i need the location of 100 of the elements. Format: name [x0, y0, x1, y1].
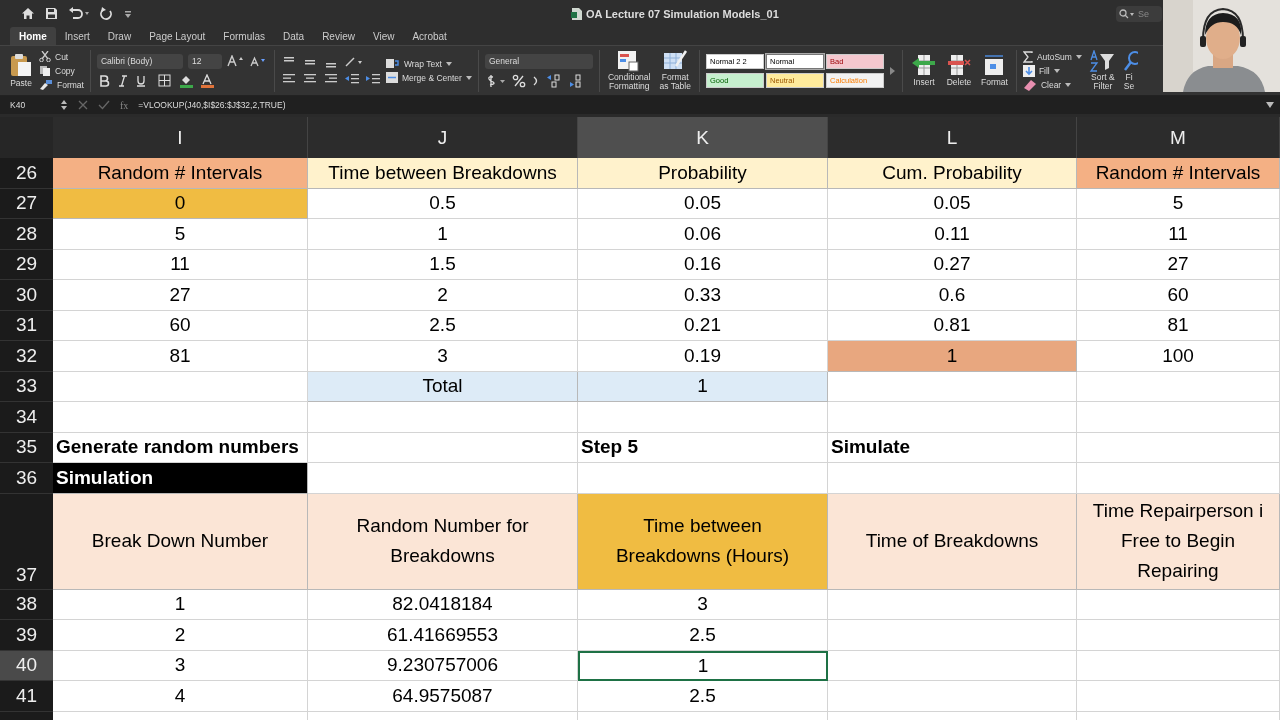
table-cell: 61.41669553: [308, 620, 578, 651]
row-header[interactable]: 39: [0, 620, 53, 651]
customize-icon[interactable]: [124, 8, 132, 19]
align-icon[interactable]: [322, 73, 339, 85]
table-cell: 5: [53, 219, 308, 250]
caret-icon: [445, 61, 452, 66]
clipboard-button[interactable]: Copy: [39, 64, 84, 77]
clipboard-button[interactable]: Cut: [39, 50, 84, 63]
table-cell: Cum. Probability: [828, 158, 1077, 189]
clipboard-button[interactable]: Format: [39, 78, 84, 91]
row-header[interactable]: 32: [0, 341, 53, 372]
format-cells-button[interactable]: Format: [978, 54, 1010, 87]
row-header[interactable]: 36: [0, 463, 53, 494]
home-icon[interactable]: [21, 7, 35, 20]
format-as-table-button[interactable]: Format as Table: [657, 49, 693, 92]
insert-cells-icon: [910, 54, 937, 76]
row-header[interactable]: 27: [0, 188, 53, 219]
shrink-font-icon[interactable]: [249, 55, 268, 67]
table-cell: 0.19: [578, 341, 828, 372]
font-dropdown[interactable]: Calibri (Body): [96, 53, 183, 69]
table-cell: 100: [1077, 341, 1280, 372]
column-header[interactable]: M: [1077, 117, 1280, 158]
table-cell: 60: [1077, 280, 1280, 311]
redo-icon[interactable]: [100, 7, 114, 20]
table-cell: 0.27: [828, 249, 1077, 280]
column-header[interactable]: L: [828, 117, 1077, 158]
align-icon[interactable]: [280, 73, 297, 85]
borders-icon[interactable]: [157, 74, 174, 87]
ribbon-tab[interactable]: Draw: [98, 27, 141, 45]
column-header[interactable]: J: [308, 117, 578, 158]
delete-cells-button[interactable]: Delete: [943, 54, 974, 87]
indent-icon[interactable]: [343, 73, 360, 85]
paste-button[interactable]: Paste: [8, 53, 34, 88]
table-cell: Time between Breakdowns: [308, 158, 578, 189]
more-styles-icon[interactable]: [888, 65, 896, 76]
row-header[interactable]: 29: [0, 249, 53, 280]
row-header[interactable]: 30: [0, 280, 53, 311]
eraser-icon: [1022, 78, 1037, 91]
sort-filter-button[interactable]: Sort & Filter: [1086, 49, 1119, 92]
cell-label: Simulate: [828, 432, 1077, 463]
row-header[interactable]: 34: [0, 402, 53, 433]
conditional-formatting-button[interactable]: Conditional Formatting: [605, 49, 653, 92]
check-icon[interactable]: [98, 100, 110, 110]
table-cell: 1.5: [308, 249, 578, 280]
function-button[interactable]: fx: [120, 99, 129, 111]
table-cell: 0.05: [578, 188, 828, 219]
scissors-icon: [39, 51, 51, 62]
insert-cells-button[interactable]: Insert: [908, 54, 939, 87]
column-header[interactable]: I: [53, 117, 308, 158]
expand-icon[interactable]: [1266, 102, 1274, 108]
percent-icon[interactable]: [511, 73, 526, 88]
table-cell: 5: [1077, 188, 1280, 219]
indent-icon[interactable]: [364, 73, 381, 85]
increase-decimal-icon[interactable]: [545, 73, 562, 88]
ribbon-tab[interactable]: Acrobat: [403, 27, 456, 45]
number-format-dropdown[interactable]: General: [484, 53, 593, 69]
fill-color-icon[interactable]: [178, 73, 195, 88]
clear-button[interactable]: Clear: [1022, 78, 1082, 91]
fill-button[interactable]: Fill: [1022, 64, 1082, 77]
name-box[interactable]: K40: [0, 100, 50, 110]
table-cell: Random # Intervals: [53, 158, 308, 189]
row-header[interactable]: 41: [0, 681, 53, 712]
stepper-icon[interactable]: [60, 99, 68, 111]
search-icon[interactable]: [1119, 8, 1135, 19]
ribbon-tab[interactable]: Data: [274, 27, 314, 45]
table-cell: 0.6: [828, 280, 1077, 311]
table-cell: 64.9575087: [308, 681, 578, 712]
table-cell: Break Down Number: [53, 493, 308, 590]
font-size-dropdown[interactable]: 12: [187, 53, 222, 69]
row-header[interactable]: 28: [0, 219, 53, 250]
cancel-icon[interactable]: [78, 100, 88, 110]
column-header[interactable]: K: [578, 117, 828, 158]
row-header[interactable]: 40: [0, 650, 53, 681]
ribbon-tab[interactable]: Insert: [55, 27, 99, 45]
ribbon-tab[interactable]: Formulas: [214, 27, 274, 45]
autosum-button[interactable]: AutoSum: [1022, 50, 1082, 63]
ribbon-tab[interactable]: Home: [10, 27, 56, 45]
align-icon[interactable]: [301, 73, 318, 85]
undo-icon[interactable]: [68, 7, 90, 20]
row-header[interactable]: 33: [0, 371, 53, 402]
row-header[interactable]: 38: [0, 589, 53, 620]
merge-center-button[interactable]: Merge & Center: [385, 71, 472, 84]
wrap-text-button[interactable]: Wrap Text: [385, 57, 472, 70]
ribbon-tab[interactable]: Page Layout: [140, 27, 215, 45]
table-brush-icon: [662, 49, 689, 72]
find-select-button[interactable]: Fi Se: [1123, 49, 1138, 92]
grow-font-icon[interactable]: [226, 55, 245, 67]
row-header[interactable]: 31: [0, 310, 53, 341]
ribbon-tab[interactable]: View: [363, 27, 404, 45]
ribbon-tab[interactable]: Review: [313, 27, 364, 45]
row-header[interactable]: 35: [0, 432, 53, 463]
font-color-icon[interactable]: [199, 73, 216, 88]
table-cell: 2.5: [578, 681, 828, 712]
save-icon[interactable]: [45, 7, 58, 20]
formula-field[interactable]: =VLOOKUP(J40,$I$26:$J$32,2,TRUE): [138, 100, 286, 110]
orientation-icon[interactable]: [343, 56, 364, 68]
row-header[interactable]: 37: [0, 493, 53, 590]
search-field[interactable]: Se: [1116, 5, 1162, 22]
row-header[interactable]: 26: [0, 158, 53, 189]
merge-icon: [385, 72, 398, 83]
